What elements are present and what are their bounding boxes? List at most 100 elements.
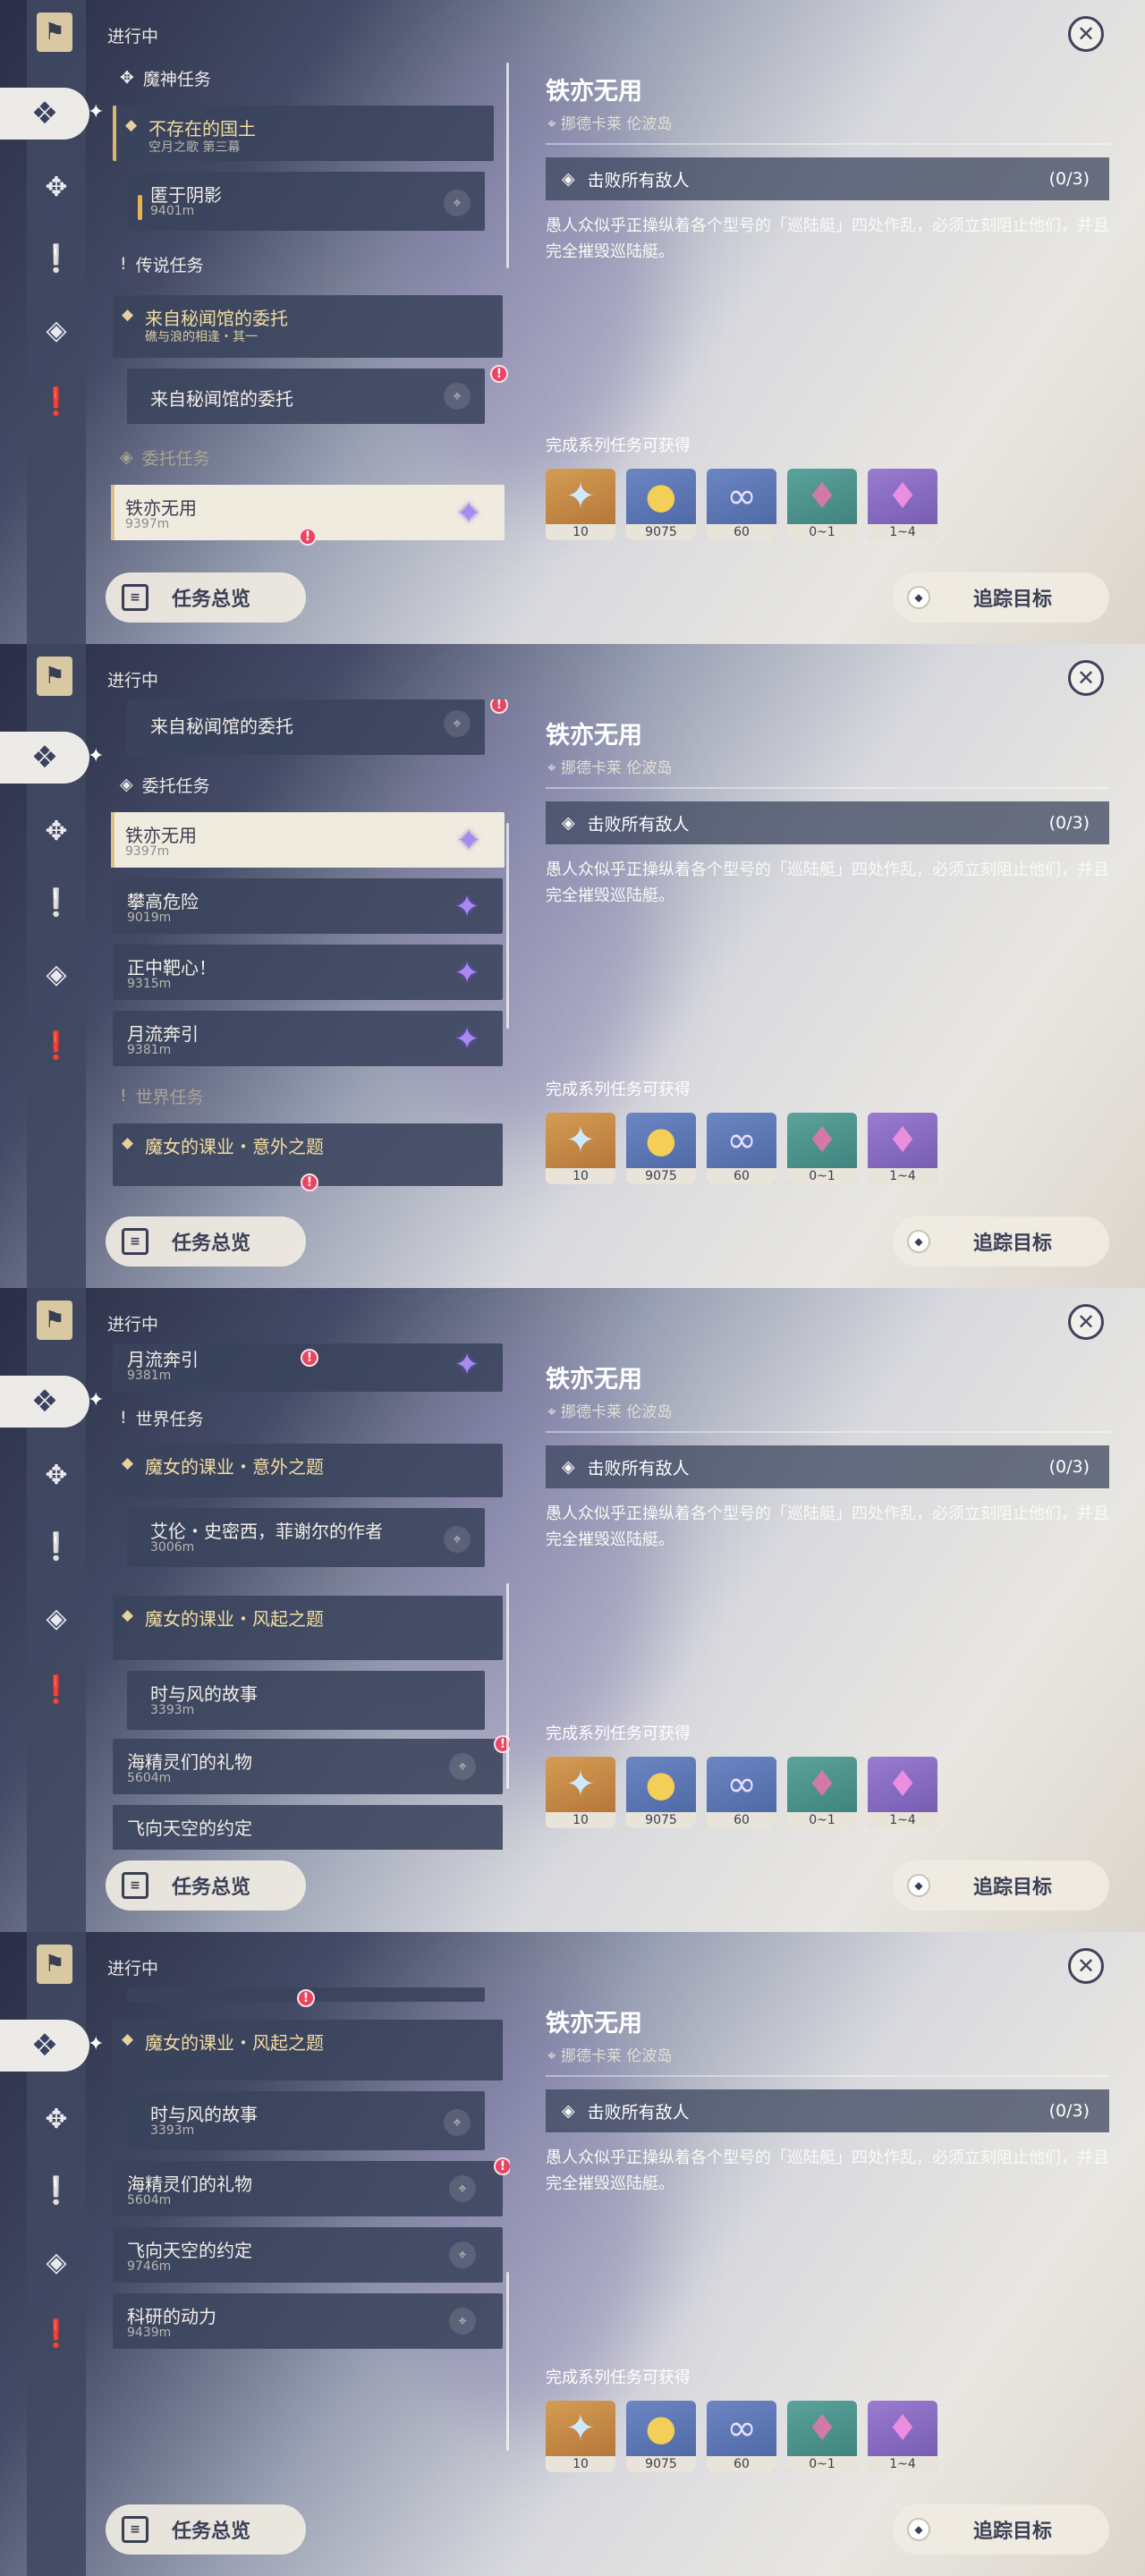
- alert-icon: !: [299, 528, 317, 546]
- quest-row[interactable]: 攀高危险 9019m ✦: [113, 878, 503, 934]
- quest-book-icon[interactable]: ⚑: [37, 1945, 72, 1984]
- quest-overview-button[interactable]: ≡ 任务总览: [106, 1860, 306, 1911]
- quest-list[interactable]: 3006m ! ◆ 魔女的课业・风起之题 时与风的故事 3393m ⌖ 海精灵们…: [107, 1987, 510, 2494]
- quest-list[interactable]: 来自秘闻馆的委托 ⌖ ! ◈ 委托任务 铁亦无用 9397m ✦ 攀高危险 901…: [107, 699, 510, 1206]
- quest-step[interactable]: 来自秘闻馆的委托 ⌖ !: [127, 699, 508, 755]
- location-pin-icon[interactable]: ⌖: [449, 1753, 476, 1780]
- scrollbar[interactable]: [506, 1583, 509, 1789]
- close-button[interactable]: ✕: [1068, 16, 1104, 52]
- story-quest-tab-icon[interactable]: ❕: [32, 2166, 81, 2215]
- archon-quest-tab-icon[interactable]: ✥: [32, 163, 81, 211]
- commission-tab-icon[interactable]: ◈: [32, 950, 81, 998]
- reward-companionship[interactable]: ∞ 60: [707, 2401, 776, 2472]
- close-button[interactable]: ✕: [1068, 1304, 1104, 1340]
- reward-companionship[interactable]: ∞ 60: [707, 1113, 776, 1184]
- quest-row[interactable]: 科研的动力 9439m ⌖: [113, 2293, 503, 2349]
- story-quest-tab-icon[interactable]: ❕: [32, 1522, 81, 1571]
- reward-crystal[interactable]: ♦ 0~1: [787, 1757, 857, 1828]
- story-quest-tab-icon[interactable]: ❕: [32, 234, 81, 283]
- reward-companionship[interactable]: ∞ 60: [707, 1757, 776, 1828]
- archon-quest-tab-icon[interactable]: ✥: [32, 807, 81, 855]
- location-pin-icon[interactable]: ⌖: [444, 710, 471, 737]
- quest-step[interactable]: 时与风的故事 3393m: [127, 1671, 485, 1730]
- quest-book-icon[interactable]: ⚑: [37, 1301, 72, 1340]
- reward-crystal[interactable]: ♦ 0~1: [787, 469, 857, 540]
- sidebar-tab-all[interactable]: ❖: [0, 2020, 89, 2072]
- diamond-icon: ◆: [125, 116, 138, 134]
- track-objective-button[interactable]: ◆ 追踪目标: [893, 1860, 1109, 1911]
- quest-row[interactable]: 海精灵们的礼物 5604m ⌖ !: [113, 1735, 510, 1794]
- reward-purple-crystal[interactable]: ♦ 1~4: [868, 1113, 937, 1184]
- commission-tab-icon[interactable]: ◈: [32, 2238, 81, 2286]
- quest-row[interactable]: ◆ 来自秘闻馆的委托 礁与浪的相逢・其一: [113, 295, 503, 358]
- location-pin-icon[interactable]: ⌖: [449, 2308, 476, 2334]
- divider: [546, 2075, 1109, 2077]
- quest-book-icon[interactable]: ⚑: [37, 13, 72, 52]
- location-pin-icon[interactable]: ⌖: [444, 2109, 471, 2136]
- quest-row[interactable]: 飞向天空的约定 9746m ⌖: [113, 2227, 503, 2283]
- location-pin-icon[interactable]: ⌖: [444, 190, 471, 216]
- quest-row[interactable]: ◆ 魔女的课业・风起之题: [113, 1596, 503, 1660]
- location-pin-icon[interactable]: ⌖: [449, 2175, 476, 2202]
- reward-mora[interactable]: ● 9075: [626, 2401, 696, 2472]
- scrollbar[interactable]: [506, 63, 509, 268]
- quest-row[interactable]: ◆ 魔女的课业・意外之题: [113, 1444, 503, 1497]
- track-objective-button[interactable]: ◆ 追踪目标: [893, 2504, 1109, 2555]
- sidebar-tab-all[interactable]: ❖: [0, 88, 89, 140]
- quest-step[interactable]: 时与风的故事 3393m ⌖: [127, 2091, 485, 2150]
- world-quest-tab-icon[interactable]: ❗: [32, 377, 81, 426]
- quest-row[interactable]: ◆ 魔女的课业・意外之题 !: [113, 1123, 503, 1191]
- quest-step[interactable]: 3006m !: [127, 1987, 485, 2007]
- commission-tab-icon[interactable]: ◈: [32, 306, 81, 354]
- quest-overview-button[interactable]: ≡ 任务总览: [106, 1216, 306, 1267]
- reward-primogem[interactable]: ✦ 10: [546, 1113, 615, 1184]
- track-objective-button[interactable]: ◆ 追踪目标: [893, 1216, 1109, 1267]
- quest-row[interactable]: 正中靶心！ 9315m ✦: [113, 945, 503, 1000]
- scrollbar[interactable]: [506, 823, 509, 1029]
- quest-row[interactable]: ◆ 不存在的国土 空月之歌 第三幕: [113, 106, 494, 161]
- reward-companionship[interactable]: ∞ 60: [707, 469, 776, 540]
- reward-mora[interactable]: ● 9075: [626, 1757, 696, 1828]
- reward-primogem[interactable]: ✦ 10: [546, 2401, 615, 2472]
- scrollbar[interactable]: [506, 2272, 509, 2451]
- world-quest-tab-icon[interactable]: ❗: [32, 1021, 81, 1070]
- quest-row[interactable]: 月流奔引 9381m ✦: [113, 1011, 503, 1066]
- reward-purple-crystal[interactable]: ♦ 1~4: [868, 1757, 937, 1828]
- archon-quest-tab-icon[interactable]: ✥: [32, 2095, 81, 2143]
- location-pin-icon[interactable]: ⌖: [444, 383, 471, 410]
- reward-crystal[interactable]: ♦ 0~1: [787, 2401, 857, 2472]
- quest-step[interactable]: 艾伦・史密西，菲谢尔的作者 3006m ⌖: [127, 1508, 485, 1567]
- close-button[interactable]: ✕: [1068, 1948, 1104, 1984]
- quest-row-selected[interactable]: 铁亦无用 9397m ✦ !: [111, 485, 505, 546]
- story-quest-tab-icon[interactable]: ❕: [32, 878, 81, 927]
- reward-purple-crystal[interactable]: ♦ 1~4: [868, 469, 937, 540]
- quest-list[interactable]: ✥ 魔神任务 ◆ 不存在的国土 空月之歌 第三幕 匿于阴影 9401m ⌖ ! 传说…: [107, 55, 510, 562]
- sidebar-tab-all[interactable]: ❖: [0, 732, 89, 784]
- reward-mora[interactable]: ● 9075: [626, 1113, 696, 1184]
- quest-row[interactable]: 海精灵们的礼物 5604m ⌖ !: [113, 2157, 510, 2216]
- quest-row[interactable]: 飞向天空的约定: [113, 1805, 503, 1850]
- commission-tab-icon[interactable]: ◈: [32, 1594, 81, 1642]
- reward-primogem[interactable]: ✦ 10: [546, 1757, 615, 1828]
- archon-quest-tab-icon[interactable]: ✥: [32, 1451, 81, 1499]
- close-button[interactable]: ✕: [1068, 660, 1104, 696]
- quest-step[interactable]: 来自秘闻馆的委托 ⌖ !: [127, 365, 508, 424]
- location-pin-icon[interactable]: ⌖: [444, 1526, 471, 1553]
- quest-overview-button[interactable]: ≡ 任务总览: [106, 572, 306, 623]
- quest-row-selected[interactable]: 铁亦无用 9397m ✦: [111, 812, 505, 868]
- track-objective-button[interactable]: ◆ 追踪目标: [893, 572, 1109, 623]
- quest-row[interactable]: ◆ 魔女的课业・风起之题: [113, 2020, 503, 2080]
- quest-overview-button[interactable]: ≡ 任务总览: [106, 2504, 306, 2555]
- quest-row[interactable]: 月流奔引 9381m ✦ !: [113, 1343, 503, 1392]
- quest-step[interactable]: 匿于阴影 9401m ⌖: [127, 172, 485, 231]
- quest-list[interactable]: 月流奔引 9381m ✦ ! ! 世界任务 ◆ 魔女的课业・意外之题 艾伦・史密西…: [107, 1343, 510, 1850]
- reward-primogem[interactable]: ✦ 10: [546, 469, 615, 540]
- reward-mora[interactable]: ● 9075: [626, 469, 696, 540]
- sidebar-tab-all[interactable]: ❖: [0, 1376, 89, 1428]
- location-pin-icon[interactable]: ⌖: [449, 2241, 476, 2268]
- quest-book-icon[interactable]: ⚑: [37, 657, 72, 696]
- world-quest-tab-icon[interactable]: ❗: [32, 2309, 81, 2358]
- world-quest-tab-icon[interactable]: ❗: [32, 1665, 81, 1714]
- reward-crystal[interactable]: ♦ 0~1: [787, 1113, 857, 1184]
- reward-purple-crystal[interactable]: ♦ 1~4: [868, 2401, 937, 2472]
